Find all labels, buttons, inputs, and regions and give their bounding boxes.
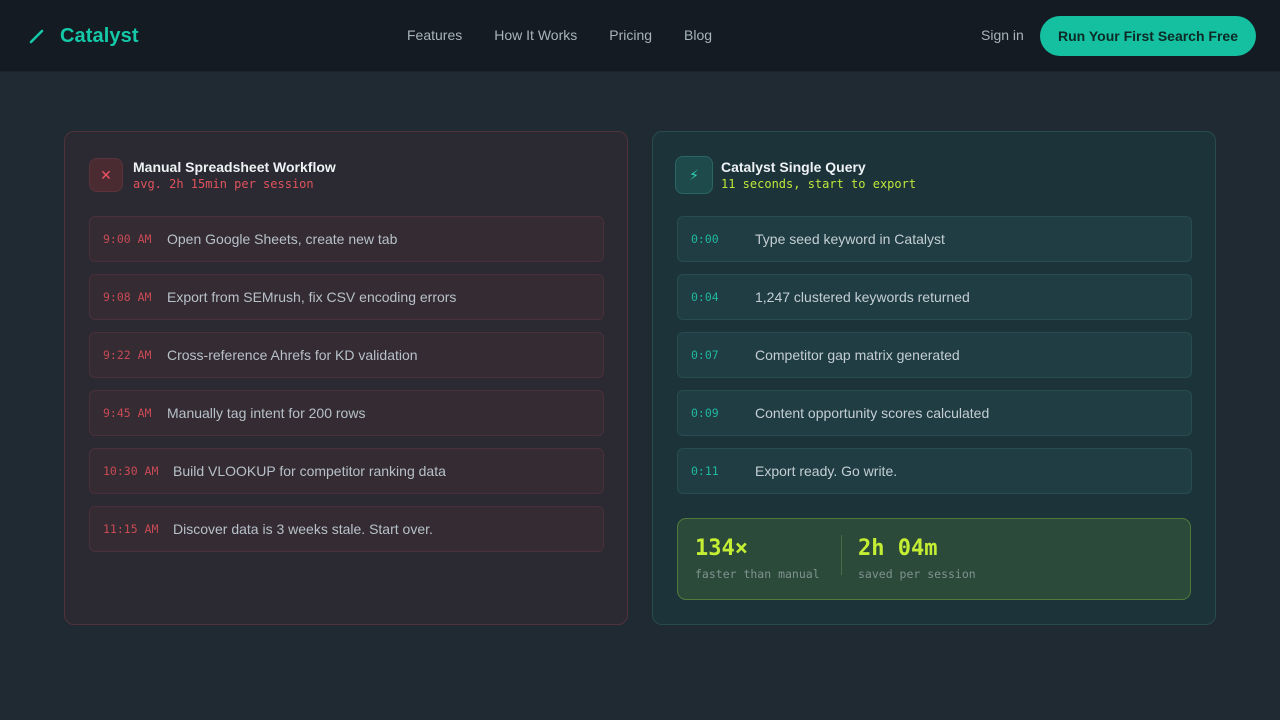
step-text: Discover data is 3 weeks stale. Start ov…	[173, 521, 433, 537]
step-text: Export from SEMrush, fix CSV encoding er…	[167, 289, 457, 305]
catalyst-panel-header: ⚡ Catalyst Single Query 11 seconds, star…	[675, 156, 1177, 194]
step-time: 0:09	[691, 406, 719, 420]
stat-label: saved per session	[858, 567, 976, 581]
catalyst-step: 0:07 Competitor gap matrix generated	[677, 332, 1192, 378]
manual-step: 10:30 AM Build VLOOKUP for competitor ra…	[89, 448, 604, 494]
nav-link-pricing[interactable]: Pricing	[609, 27, 652, 43]
step-text: Manually tag intent for 200 rows	[167, 405, 366, 421]
manual-panel-title: Manual Spreadsheet Workflow	[133, 159, 336, 175]
catalyst-panel-subtitle: 11 seconds, start to export	[721, 177, 917, 191]
step-time: 9:22 AM	[103, 348, 152, 362]
catalyst-step: 0:11 Export ready. Go write.	[677, 448, 1192, 494]
step-text: 1,247 clustered keywords returned	[755, 289, 970, 305]
nav-link-how-it-works[interactable]: How It Works	[494, 27, 577, 43]
lightning-bolt-icon: ⚡	[675, 156, 713, 194]
stat-divider	[841, 535, 842, 575]
speed-stats-box: 134× faster than manual 2h 04m saved per…	[677, 518, 1191, 600]
manual-panel-subtitle: avg. 2h 15min per session	[133, 177, 314, 191]
catalyst-step: 0:04 1,247 clustered keywords returned	[677, 274, 1192, 320]
sign-in-link[interactable]: Sign in	[981, 27, 1024, 43]
step-time: 0:11	[691, 464, 719, 478]
stat-value: 2h 04m	[858, 536, 938, 561]
catalyst-step: 0:09 Content opportunity scores calculat…	[677, 390, 1192, 436]
brand-name: Catalyst	[60, 24, 139, 47]
catalyst-panel-title: Catalyst Single Query	[721, 159, 866, 175]
step-text: Open Google Sheets, create new tab	[167, 231, 398, 247]
nav-link-features[interactable]: Features	[407, 27, 462, 43]
slash-pen-icon	[29, 29, 44, 44]
manual-step: 9:45 AM Manually tag intent for 200 rows	[89, 390, 604, 436]
nav-links: Features How It Works Pricing Blog	[407, 27, 712, 43]
stat-label: faster than manual	[695, 567, 820, 581]
step-time: 0:07	[691, 348, 719, 362]
step-text: Build VLOOKUP for competitor ranking dat…	[173, 463, 446, 479]
step-text: Cross-reference Ahrefs for KD validation	[167, 347, 418, 363]
catalyst-step: 0:00 Type seed keyword in Catalyst	[677, 216, 1192, 262]
manual-panel-header: ✕ Manual Spreadsheet Workflow avg. 2h 15…	[89, 158, 589, 194]
top-navigation: Catalyst Features How It Works Pricing B…	[0, 0, 1280, 72]
step-time: 0:04	[691, 290, 719, 304]
step-text: Type seed keyword in Catalyst	[755, 231, 945, 247]
step-time: 0:00	[691, 232, 719, 246]
manual-workflow-panel: ✕ Manual Spreadsheet Workflow avg. 2h 15…	[64, 131, 628, 625]
step-time: 10:30 AM	[103, 464, 159, 478]
manual-step: 9:22 AM Cross-reference Ahrefs for KD va…	[89, 332, 604, 378]
manual-step: 11:15 AM Discover data is 3 weeks stale.…	[89, 506, 604, 552]
stat-value: 134×	[695, 536, 748, 561]
step-text: Export ready. Go write.	[755, 463, 898, 479]
catalyst-step-list: 0:00 Type seed keyword in Catalyst 0:04 …	[677, 216, 1192, 506]
catalyst-query-panel: ⚡ Catalyst Single Query 11 seconds, star…	[652, 131, 1216, 625]
manual-step: 9:00 AM Open Google Sheets, create new t…	[89, 216, 604, 262]
brand-logo[interactable]: Catalyst	[28, 24, 139, 48]
nav-link-blog[interactable]: Blog	[684, 27, 712, 43]
manual-step: 9:08 AM Export from SEMrush, fix CSV enc…	[89, 274, 604, 320]
manual-step-list: 9:00 AM Open Google Sheets, create new t…	[89, 216, 604, 564]
step-time: 9:08 AM	[103, 290, 152, 304]
speed-multiplier-stat: 134× faster than manual	[695, 536, 820, 581]
step-text: Competitor gap matrix generated	[755, 347, 960, 363]
step-time: 11:15 AM	[103, 522, 159, 536]
close-icon: ✕	[89, 158, 123, 192]
step-time: 9:00 AM	[103, 232, 152, 246]
step-text: Content opportunity scores calculated	[755, 405, 990, 421]
step-time: 9:45 AM	[103, 406, 152, 420]
time-saved-stat: 2h 04m saved per session	[858, 536, 976, 581]
run-first-search-button[interactable]: Run Your First Search Free	[1040, 16, 1256, 56]
